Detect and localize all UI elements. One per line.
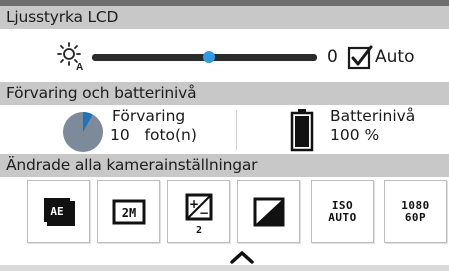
iso-auto-icon[interactable]: ISO AUTO — [311, 180, 374, 243]
section-title-storage-battery: Förvaring och batterinivå — [6, 84, 197, 102]
svg-text:+: + — [189, 197, 199, 211]
storage-pie-icon — [63, 112, 103, 152]
sun-auto-icon: A — [57, 42, 83, 71]
svg-text:AE: AE — [50, 205, 63, 218]
battery-full-icon — [290, 109, 314, 152]
svg-text:2M: 2M — [122, 206, 136, 220]
chevron-up-icon[interactable] — [229, 250, 255, 264]
section-header-lcd-brightness: Ljusstyrka LCD — [0, 6, 449, 29]
svg-text:2: 2 — [196, 225, 202, 236]
svg-text:A: A — [76, 62, 83, 71]
svg-text:−: − — [199, 206, 209, 220]
brightness-value: 0 — [327, 47, 338, 67]
bottom-edge — [0, 265, 449, 271]
contrast-icon[interactable] — [237, 180, 300, 243]
iso-auto-label: ISO AUTO — [328, 199, 357, 224]
section-header-storage-battery: Förvaring och batterinivå — [0, 82, 449, 105]
brightness-slider-thumb[interactable] — [203, 51, 215, 63]
video-1080-60p-label: 1080 60P — [401, 199, 430, 224]
section-title-lcd-brightness: Ljusstyrka LCD — [6, 8, 119, 26]
ae-metering-icon[interactable]: AE — [27, 180, 90, 243]
storage-photo-count: 10 foto(n) — [110, 126, 197, 144]
section-title-changed-settings: Ändrade alla kamerainställningar — [6, 156, 258, 174]
auto-label: Auto — [375, 47, 415, 67]
battery-percent: 100 % — [330, 126, 380, 144]
video-1080-60p-icon[interactable]: 1080 60P — [384, 180, 447, 243]
battery-label: Batterinivå — [330, 107, 416, 125]
camera-info-panel: Ljusstyrka LCD A 0 Auto Förvaring och ba… — [0, 0, 449, 271]
section-header-changed-settings: Ändrade alla kamerainställningar — [0, 154, 449, 177]
auto-checkbox[interactable] — [347, 44, 373, 70]
image-size-2m-icon[interactable]: 2M — [97, 180, 160, 243]
storage-battery-divider — [236, 110, 237, 150]
exposure-compensation-icon[interactable]: + − 2 — [167, 180, 230, 243]
storage-label: Förvaring — [112, 107, 186, 125]
